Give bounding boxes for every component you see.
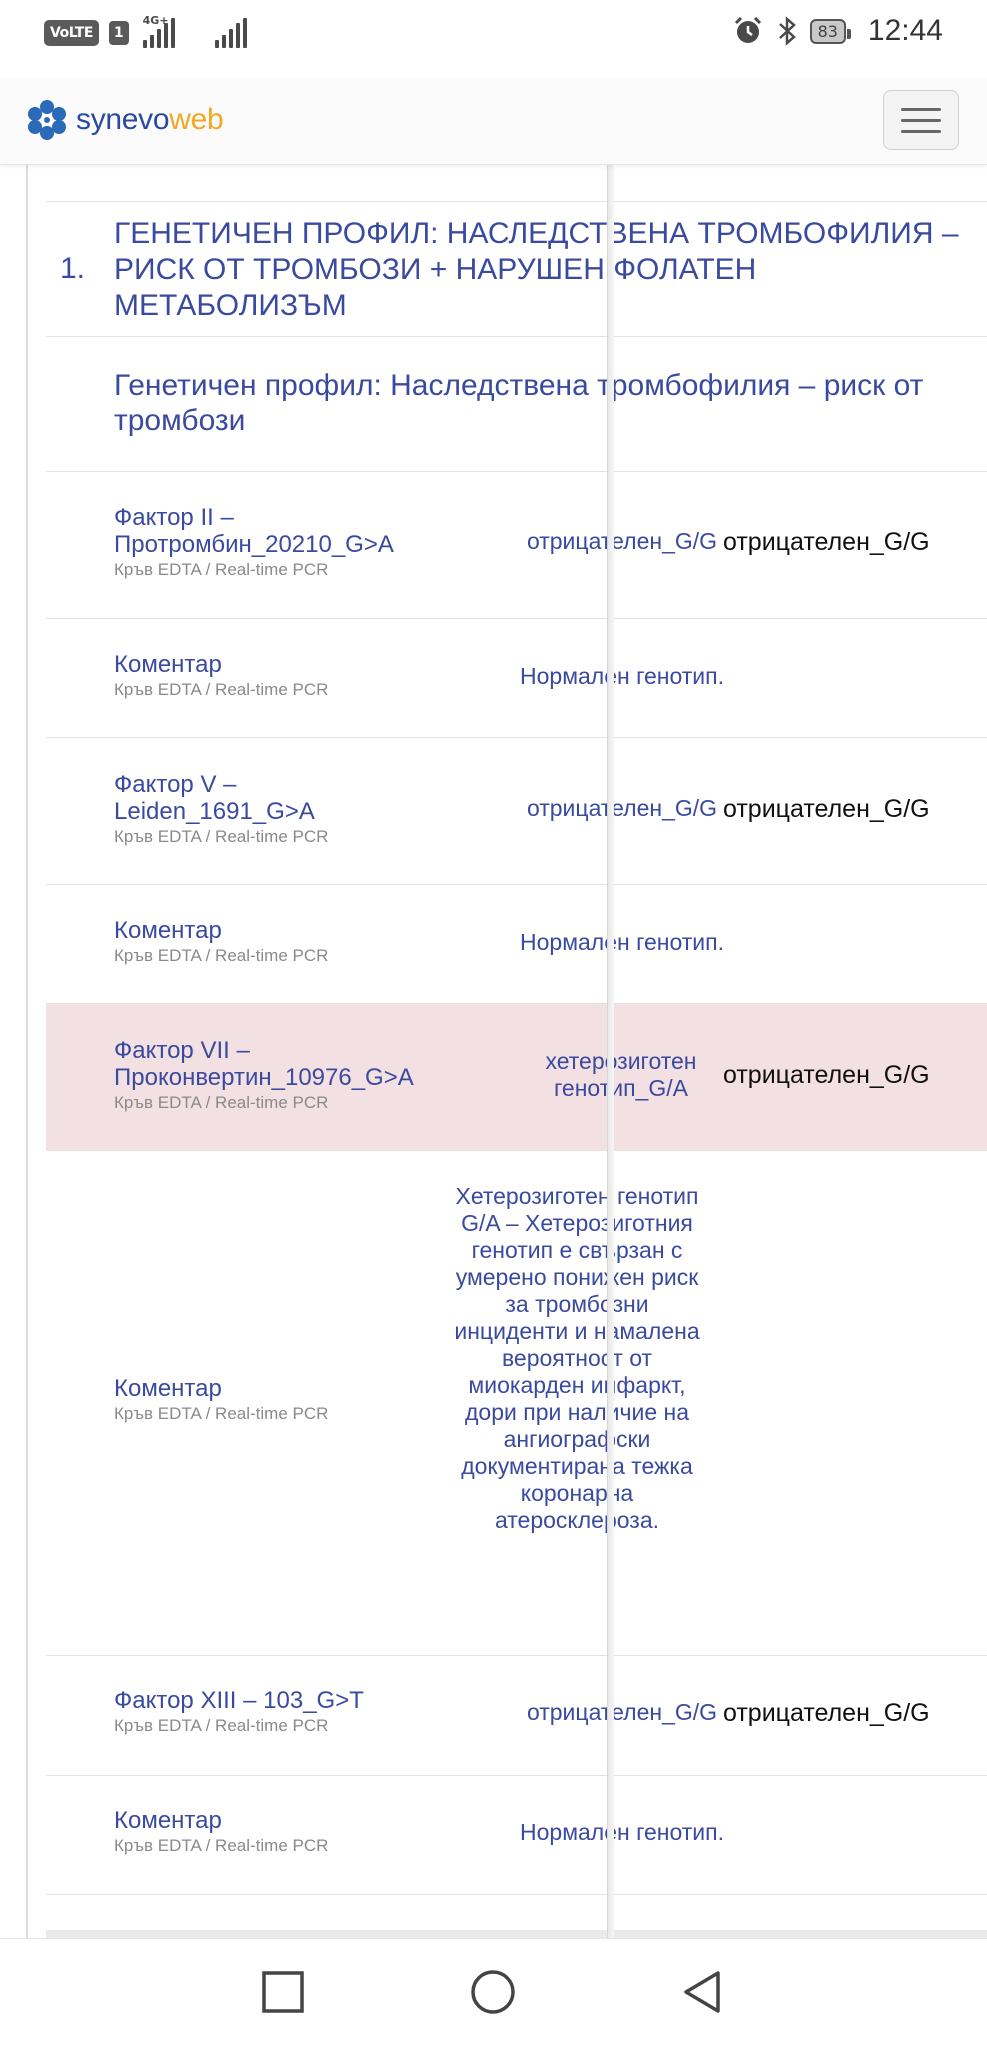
profile-number: 1.	[60, 252, 86, 285]
test-sample: Кръв EDTA / Real-time PCR	[114, 1716, 329, 1735]
next-row-partial	[46, 1930, 987, 1938]
volte-icon: VoLTE	[44, 20, 99, 46]
result-value: хетерозиготен генотип_G/A	[545, 1048, 697, 1101]
test-name-cell: Коментар Кръв EDTA / Real-time PCR	[114, 1375, 328, 1424]
column-divider	[607, 164, 614, 1938]
battery-icon: 83	[809, 18, 852, 44]
logo-text-web: web	[169, 103, 224, 136]
signal-icon	[214, 18, 247, 48]
sim-icon: 1	[108, 21, 129, 45]
reference-value: отрицателен_G/G	[723, 1061, 930, 1089]
back-button[interactable]	[678, 1967, 728, 2017]
alarm-icon	[734, 16, 761, 43]
test-name-cell: Коментар Кръв EDTA / Real-time PCR	[114, 917, 328, 966]
test-name-cell: Коментар Кръв EDTA / Real-time PCR	[114, 651, 328, 700]
test-name-cell: Фактор V – Leiden_1691_G>A Кръв EDTA / R…	[114, 771, 344, 847]
recent-apps-button[interactable]	[258, 1967, 308, 2017]
logo-text: synevoweb	[76, 103, 224, 137]
hamburger-menu-button[interactable]	[883, 90, 959, 150]
reference-value: отрицателен_G/G	[723, 795, 930, 823]
result-comment: Хетерозиготен генотип G/A – Хетерозиготн…	[454, 1183, 700, 1533]
test-sample: Кръв EDTA / Real-time PCR	[114, 1404, 329, 1423]
test-name[interactable]: Фактор VII – Проконвертин_10976_G>A	[114, 1037, 444, 1091]
menu-line	[901, 107, 941, 111]
table-row-highlighted: Фактор VII – Проконвертин_10976_G>A Кръв…	[46, 1004, 987, 1151]
reference-value: отрицателен_G/G	[723, 1699, 930, 1727]
test-name[interactable]: Коментар	[114, 1807, 328, 1834]
test-sample: Кръв EDTA / Real-time PCR	[114, 1836, 329, 1855]
result-value: Нормален генотип.	[520, 929, 724, 955]
test-name[interactable]: Фактор II – Протромбин_20210_G>A	[114, 504, 414, 558]
test-name[interactable]: Фактор V – Leiden_1691_G>A	[114, 771, 344, 825]
test-sample: Кръв EDTA / Real-time PCR	[114, 1093, 329, 1112]
test-name[interactable]: Коментар	[114, 1375, 328, 1402]
test-name-cell: Фактор XIII – 103_G>T Кръв EDTA / Real-t…	[114, 1687, 364, 1736]
table-row-partial	[46, 164, 987, 202]
table-row: Коментар Кръв EDTA / Real-time PCR Хетер…	[46, 1151, 987, 1656]
test-sample: Кръв EDTA / Real-time PCR	[114, 827, 329, 846]
table-row: Фактор V – Leiden_1691_G>A Кръв EDTA / R…	[46, 738, 987, 885]
status-bar-left: VoLTE 1 4G+	[44, 14, 247, 48]
top-navbar: synevoweb	[0, 78, 987, 165]
result-value: Нормален генотип.	[520, 1819, 724, 1845]
subprofile-header-row: Генетичен профил: Наследствена тромбофил…	[46, 337, 987, 472]
logo-text-synevo: synevo	[76, 103, 170, 136]
table-row: Фактор II – Протромбин_20210_G>A Кръв ED…	[46, 472, 987, 619]
network-type-label: 4G+	[142, 14, 169, 27]
table-row: Коментар Кръв EDTA / Real-time PCR Норма…	[46, 619, 987, 738]
test-name-cell: Коментар Кръв EDTA / Real-time PCR	[114, 1807, 328, 1856]
flower-logo-icon	[28, 100, 66, 140]
table-left-border	[26, 164, 28, 1938]
table-row: Коментар Кръв EDTA / Real-time PCR Норма…	[46, 1776, 987, 1895]
subprofile-title: Генетичен профил: Наследствена тромбофил…	[114, 369, 924, 437]
menu-line	[901, 118, 941, 122]
profile-title: ГЕНЕТИЧЕН ПРОФИЛ: НАСЛЕДСТВЕНА ТРОМБОФИЛ…	[114, 217, 959, 322]
test-name-cell: Фактор II – Протромбин_20210_G>A Кръв ED…	[114, 504, 414, 580]
test-sample: Кръв EDTA / Real-time PCR	[114, 560, 329, 579]
system-navigation-bar	[0, 1938, 987, 2049]
status-bar: VoLTE 1 4G+ 83 12:44	[0, 0, 987, 78]
status-bar-right: 83 12:44	[732, 14, 943, 48]
test-sample: Кръв EDTA / Real-time PCR	[114, 946, 329, 965]
menu-line	[901, 129, 941, 133]
signal-4g-icon: 4G+	[142, 14, 175, 48]
test-name[interactable]: Коментар	[114, 917, 328, 944]
result-value: Нормален генотип.	[520, 663, 724, 689]
test-name[interactable]: Фактор XIII – 103_G>T	[114, 1687, 364, 1714]
test-name[interactable]: Коментар	[114, 651, 328, 678]
home-button[interactable]	[468, 1967, 518, 2017]
test-name-cell: Фактор VII – Проконвертин_10976_G>A Кръв…	[114, 1037, 444, 1113]
results-table[interactable]: 1. ГЕНЕТИЧЕН ПРОФИЛ: НАСЛЕДСТВЕНА ТРОМБО…	[0, 164, 987, 1938]
bluetooth-icon	[778, 16, 796, 46]
table-row: Коментар Кръв EDTA / Real-time PCR Норма…	[46, 885, 987, 1004]
synevo-logo[interactable]: synevoweb	[26, 98, 224, 142]
test-sample: Кръв EDTA / Real-time PCR	[114, 680, 329, 699]
reference-value: отрицателен_G/G	[723, 528, 930, 556]
profile-header-row: 1. ГЕНЕТИЧЕН ПРОФИЛ: НАСЛЕДСТВЕНА ТРОМБО…	[46, 202, 987, 337]
clock: 12:44	[867, 14, 943, 47]
table-row: Фактор XIII – 103_G>T Кръв EDTA / Real-t…	[46, 1656, 987, 1776]
